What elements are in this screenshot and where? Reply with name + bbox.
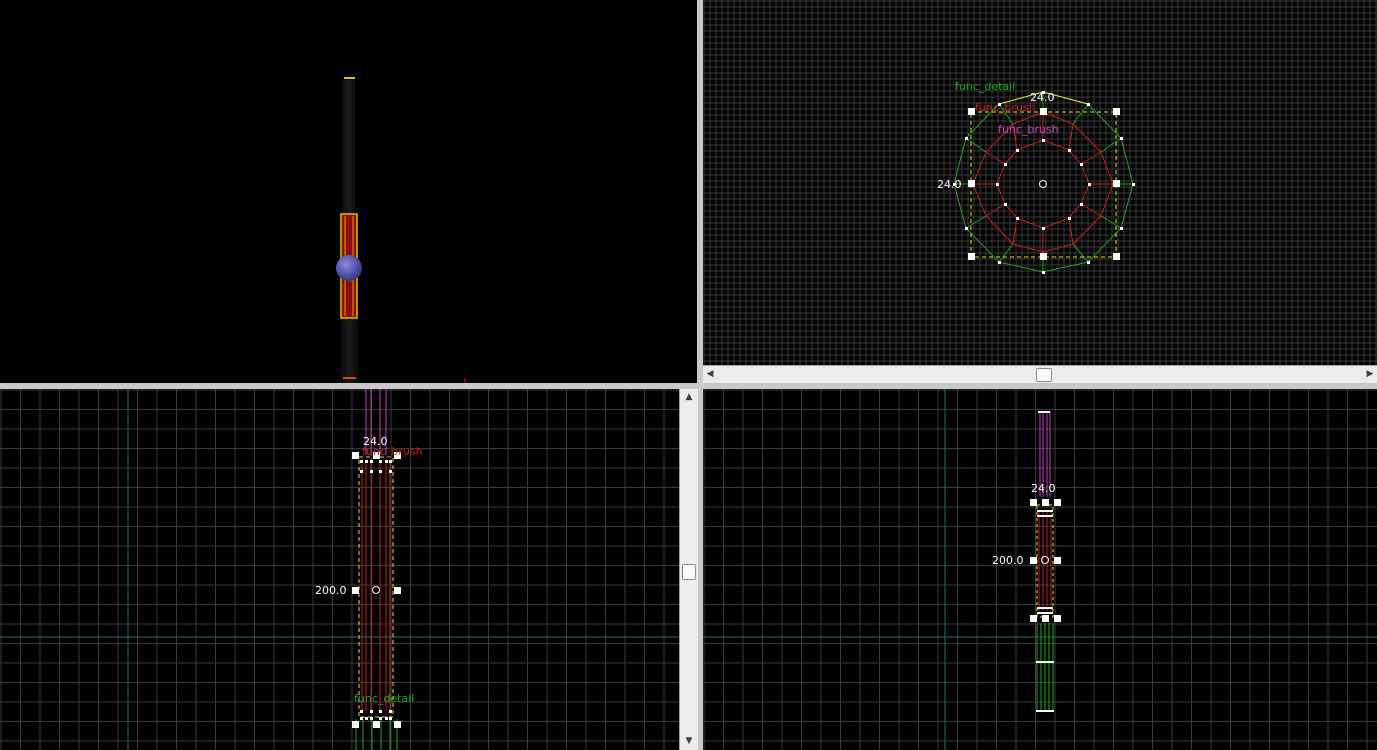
front-vertical-scrollbar[interactable]: ▲ ▼ <box>679 389 698 750</box>
width-dimension: 24.0 <box>1030 91 1055 104</box>
entity-sphere <box>336 255 362 281</box>
side-grid-canvas: 24.0 200.0 <box>703 389 1377 750</box>
entity-label-brush-2: func_brush <box>998 123 1059 136</box>
entity-label-detail: func_detail <box>354 692 414 705</box>
scrollbar-thumb[interactable] <box>1036 368 1052 382</box>
height-dimension: 24.0 <box>937 178 962 191</box>
pole-lower <box>340 318 358 383</box>
height-dimension: 200.0 <box>992 554 1024 567</box>
right-arrow-icon[interactable]: ▶ <box>1363 366 1377 383</box>
viewport-3d-camera[interactable] <box>0 0 697 383</box>
down-arrow-icon[interactable]: ▼ <box>682 733 696 750</box>
entity-label-brush-1: func_brush <box>975 101 1036 114</box>
up-arrow-icon[interactable]: ▲ <box>682 389 696 406</box>
entity-label-detail: func_detail <box>955 80 1015 93</box>
viewport-3d-render <box>336 77 466 383</box>
viewport-side-2d[interactable]: 24.0 200.0 <box>703 389 1377 750</box>
front-grid-canvas: 24.0 func_brush 200.0 func_detail <box>0 389 679 750</box>
scrollbar-thumb[interactable] <box>682 564 696 580</box>
viewport-front-2d[interactable]: 24.0 func_brush 200.0 func_detail <box>0 389 679 750</box>
viewport-top-2d[interactable]: func_detail func_brush func_brush 24.0 2… <box>703 0 1377 365</box>
center-point-icon <box>1039 180 1047 188</box>
left-arrow-icon[interactable]: ◀ <box>703 366 717 383</box>
height-dimension: 200.0 <box>315 584 347 597</box>
pole-upper <box>342 80 356 215</box>
top-horizontal-scrollbar[interactable]: ◀ ▶ <box>703 365 1377 383</box>
entity-label-brush: func_brush <box>362 445 423 458</box>
selection-handles <box>1030 499 1061 622</box>
width-dimension: 24.0 <box>1031 482 1056 495</box>
center-point-icon <box>372 586 380 594</box>
top-grid-canvas: func_detail func_brush func_brush 24.0 2… <box>703 0 1377 365</box>
